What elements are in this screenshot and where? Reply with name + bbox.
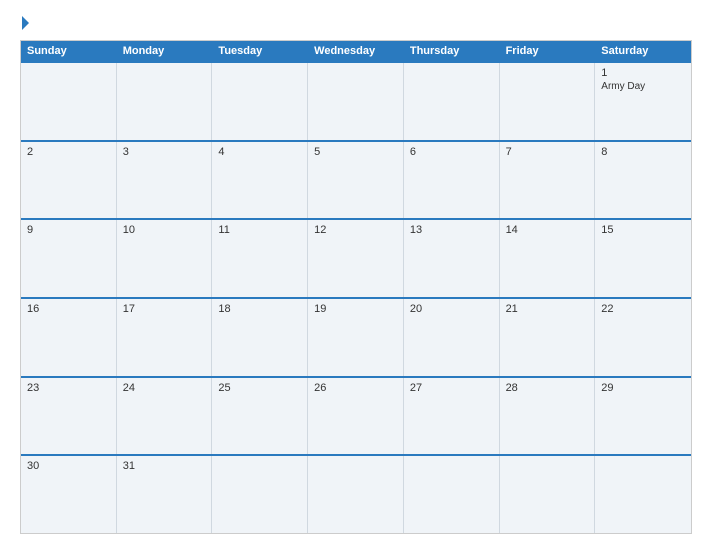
cal-cell: 11 xyxy=(212,220,308,297)
logo-triangle-icon xyxy=(22,16,29,30)
page: SundayMondayTuesdayWednesdayThursdayFrid… xyxy=(0,0,712,550)
header-day-sunday: Sunday xyxy=(21,41,117,61)
cal-cell: 22 xyxy=(595,299,691,376)
cal-cell xyxy=(500,63,596,140)
header-day-friday: Friday xyxy=(500,41,596,61)
day-number: 7 xyxy=(506,146,589,158)
cal-cell: 26 xyxy=(308,378,404,455)
cal-cell: 17 xyxy=(117,299,213,376)
cal-cell xyxy=(500,456,596,533)
day-number: 16 xyxy=(27,303,110,315)
cal-cell xyxy=(21,63,117,140)
day-number: 31 xyxy=(123,460,206,472)
day-number: 26 xyxy=(314,382,397,394)
day-number: 29 xyxy=(601,382,685,394)
header-day-tuesday: Tuesday xyxy=(212,41,308,61)
day-number: 24 xyxy=(123,382,206,394)
header-day-wednesday: Wednesday xyxy=(308,41,404,61)
cal-cell: 20 xyxy=(404,299,500,376)
calendar: SundayMondayTuesdayWednesdayThursdayFrid… xyxy=(20,40,692,534)
cal-cell: 15 xyxy=(595,220,691,297)
cal-cell: 27 xyxy=(404,378,500,455)
cal-cell: 3 xyxy=(117,142,213,219)
week-row-4: 16 17 18 19 20 21 22 xyxy=(21,297,691,376)
header-day-saturday: Saturday xyxy=(595,41,691,61)
day-number: 30 xyxy=(27,460,110,472)
day-number: 13 xyxy=(410,224,493,236)
day-number: 23 xyxy=(27,382,110,394)
cal-cell: 12 xyxy=(308,220,404,297)
cal-cell: 14 xyxy=(500,220,596,297)
week-row-5: 23 24 25 26 27 28 29 xyxy=(21,376,691,455)
cal-cell: 31 xyxy=(117,456,213,533)
cal-cell xyxy=(117,63,213,140)
day-number: 8 xyxy=(601,146,685,158)
logo-blue-text xyxy=(20,16,29,30)
day-number: 18 xyxy=(218,303,301,315)
cal-cell: 19 xyxy=(308,299,404,376)
cal-cell: 1 Army Day xyxy=(595,63,691,140)
day-number: 12 xyxy=(314,224,397,236)
cal-cell: 30 xyxy=(21,456,117,533)
cal-cell: 21 xyxy=(500,299,596,376)
day-number: 20 xyxy=(410,303,493,315)
cal-cell xyxy=(404,456,500,533)
cal-cell: 9 xyxy=(21,220,117,297)
cal-cell: 24 xyxy=(117,378,213,455)
calendar-body: 1Army Day2345678910111213141516171819202… xyxy=(21,61,691,533)
calendar-header: SundayMondayTuesdayWednesdayThursdayFrid… xyxy=(21,41,691,61)
cal-cell: 28 xyxy=(500,378,596,455)
cal-cell: 13 xyxy=(404,220,500,297)
day-number: 21 xyxy=(506,303,589,315)
cal-cell xyxy=(212,456,308,533)
cal-cell: 18 xyxy=(212,299,308,376)
day-number: 28 xyxy=(506,382,589,394)
day-event: Army Day xyxy=(601,81,685,92)
day-number: 17 xyxy=(123,303,206,315)
day-number: 22 xyxy=(601,303,685,315)
day-number: 3 xyxy=(123,146,206,158)
day-number: 19 xyxy=(314,303,397,315)
cal-cell: 10 xyxy=(117,220,213,297)
cal-cell: 2 xyxy=(21,142,117,219)
cal-cell: 29 xyxy=(595,378,691,455)
day-number: 25 xyxy=(218,382,301,394)
week-row-3: 9 10 11 12 13 14 15 xyxy=(21,218,691,297)
day-number: 6 xyxy=(410,146,493,158)
cal-cell: 5 xyxy=(308,142,404,219)
cal-cell: 23 xyxy=(21,378,117,455)
cal-cell xyxy=(595,456,691,533)
cal-cell: 6 xyxy=(404,142,500,219)
day-number: 2 xyxy=(27,146,110,158)
cal-cell xyxy=(212,63,308,140)
cal-cell: 7 xyxy=(500,142,596,219)
cal-cell: 4 xyxy=(212,142,308,219)
day-number: 9 xyxy=(27,224,110,236)
header xyxy=(20,16,692,30)
day-number: 27 xyxy=(410,382,493,394)
week-row-6: 30 31 xyxy=(21,454,691,533)
cal-cell xyxy=(308,63,404,140)
header-day-monday: Monday xyxy=(117,41,213,61)
cal-cell: 8 xyxy=(595,142,691,219)
logo xyxy=(20,16,29,30)
day-number: 5 xyxy=(314,146,397,158)
week-row-2: 2345678 xyxy=(21,140,691,219)
header-day-thursday: Thursday xyxy=(404,41,500,61)
cal-cell xyxy=(404,63,500,140)
day-number: 4 xyxy=(218,146,301,158)
day-number: 11 xyxy=(218,224,301,236)
day-number: 10 xyxy=(123,224,206,236)
day-number: 1 xyxy=(601,67,685,79)
week-row-1: 1 Army Day xyxy=(21,61,691,140)
day-number: 14 xyxy=(506,224,589,236)
cal-cell: 16 xyxy=(21,299,117,376)
cal-cell xyxy=(308,456,404,533)
cal-cell: 25 xyxy=(212,378,308,455)
day-number: 15 xyxy=(601,224,685,236)
